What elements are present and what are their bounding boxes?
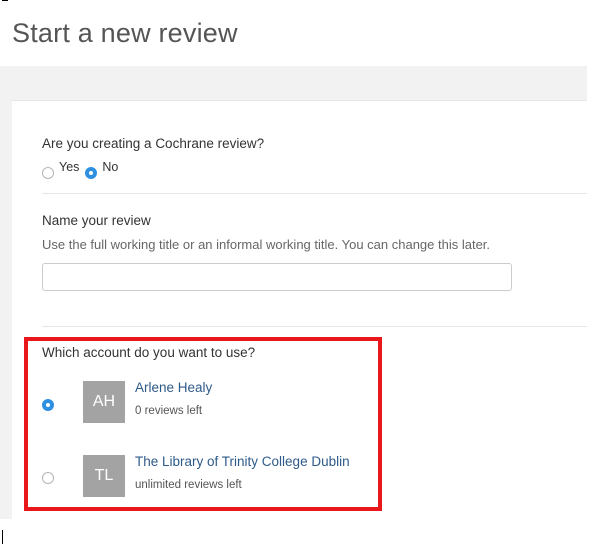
top-edge-mark (2, 0, 8, 1)
section-divider (42, 326, 587, 327)
page-title: Start a new review (12, 18, 238, 48)
cochrane-no-label[interactable]: No (102, 160, 118, 174)
review-name-helper-text: Use the full working title or an informa… (42, 237, 491, 252)
section-divider (42, 193, 587, 194)
review-name-input[interactable] (42, 263, 512, 291)
cochrane-question-label: Are you creating a Cochrane review? (42, 136, 265, 151)
text-cursor (2, 530, 3, 544)
highlight-annotation-box (24, 337, 382, 511)
cochrane-yes-label[interactable]: Yes (59, 160, 79, 174)
cochrane-radio-group: Yes No (42, 160, 124, 179)
review-name-label: Name your review (42, 213, 151, 228)
cochrane-yes-radio[interactable] (42, 167, 54, 179)
